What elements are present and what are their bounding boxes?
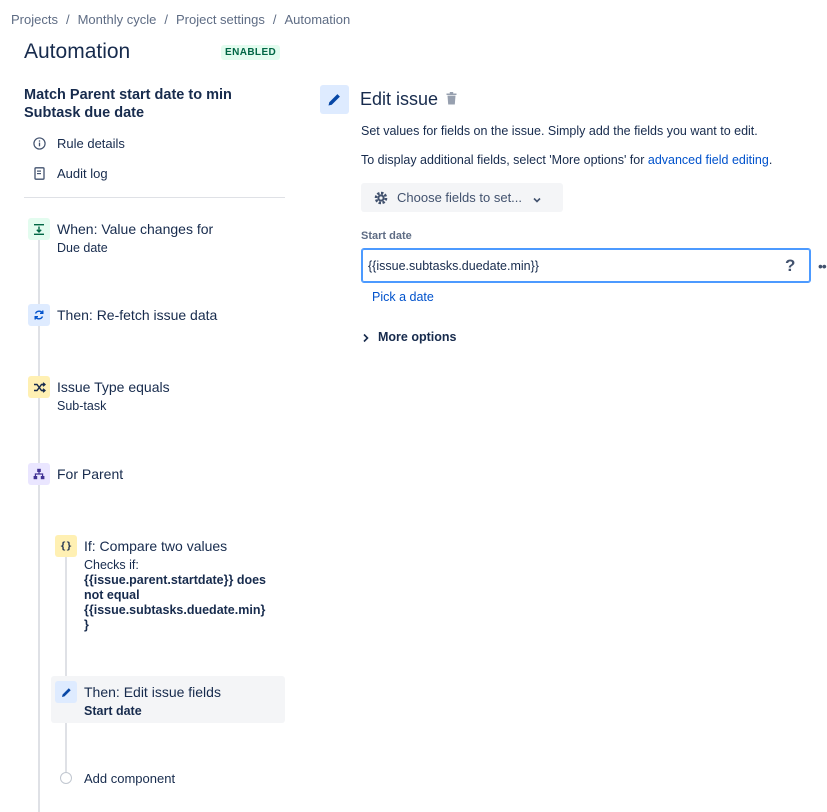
component-refetch[interactable]: Then: Re-fetch issue data bbox=[28, 304, 278, 328]
more-actions-icon[interactable]: •• bbox=[818, 258, 827, 274]
info-icon bbox=[32, 137, 46, 151]
component-subtitle: Due date bbox=[57, 241, 108, 255]
help-icon[interactable]: ? bbox=[785, 256, 795, 276]
component-title: Then: Re-fetch issue data bbox=[57, 307, 218, 323]
breadcrumb-separator: / bbox=[164, 12, 168, 27]
sidebar-divider bbox=[24, 197, 285, 198]
chevron-right-icon bbox=[362, 332, 370, 343]
choose-fields-button[interactable]: Choose fields to set... bbox=[361, 183, 563, 212]
component-edit-fields[interactable]: Then: Edit issue fields Start date bbox=[55, 681, 305, 721]
breadcrumb-automation[interactable]: Automation bbox=[284, 12, 350, 27]
description-text: . bbox=[768, 153, 773, 167]
chevron-down-icon bbox=[532, 193, 542, 203]
breadcrumb-projects[interactable]: Projects bbox=[11, 12, 58, 27]
component-if-compare[interactable]: {} If: Compare two values Checks if: {{i… bbox=[55, 535, 305, 635]
component-branch[interactable]: For Parent bbox=[28, 463, 278, 487]
document-icon bbox=[32, 167, 46, 181]
gear-icon bbox=[373, 190, 389, 206]
hierarchy-icon bbox=[28, 463, 50, 485]
audit-log-link[interactable]: Audit log bbox=[32, 166, 108, 181]
refresh-icon bbox=[28, 304, 50, 326]
description-text: To display additional fields, select 'Mo… bbox=[361, 153, 648, 167]
rule-details-label: Rule details bbox=[57, 136, 125, 151]
breadcrumb-project-settings[interactable]: Project settings bbox=[176, 12, 265, 27]
pencil-icon bbox=[320, 85, 349, 114]
panel-description: Set values for fields on the issue. Simp… bbox=[361, 124, 758, 138]
component-expression-line: {{issue.subtasks.duedate.min} bbox=[84, 603, 266, 617]
component-title: Issue Type equals bbox=[57, 379, 170, 395]
component-title: Then: Edit issue fields bbox=[84, 684, 221, 700]
add-component-dot[interactable] bbox=[60, 772, 72, 784]
breadcrumb-separator: / bbox=[65, 12, 70, 27]
shuffle-icon bbox=[28, 376, 50, 398]
trash-icon[interactable] bbox=[446, 92, 458, 106]
breadcrumb-monthly-cycle[interactable]: Monthly cycle bbox=[78, 12, 157, 27]
component-subtitle: Start date bbox=[84, 704, 142, 718]
braces-icon: {} bbox=[55, 535, 77, 557]
component-expression-line: {{issue.parent.startdate}} does bbox=[84, 573, 267, 587]
more-options-label: More options bbox=[378, 330, 457, 344]
component-subtitle: Sub-task bbox=[57, 399, 107, 413]
rule-name: Match Parent start date to min Subtask d… bbox=[24, 87, 232, 121]
status-badge: ENABLED bbox=[221, 45, 281, 60]
component-title: For Parent bbox=[57, 466, 124, 482]
rule-details-link[interactable]: Rule details bbox=[32, 136, 125, 151]
component-title: If: Compare two values bbox=[84, 538, 228, 554]
component-title: When: Value changes for bbox=[57, 221, 214, 237]
advanced-field-editing-link[interactable]: advanced field editing bbox=[648, 153, 769, 167]
component-trigger[interactable]: When: Value changes for Due date bbox=[28, 218, 278, 258]
panel-title: Edit issue bbox=[360, 89, 439, 109]
add-component-button[interactable]: Add component bbox=[84, 771, 175, 786]
value-change-icon bbox=[28, 218, 50, 240]
component-checks-label: Checks if: bbox=[84, 558, 139, 572]
component-condition[interactable]: Issue Type equals Sub-task bbox=[28, 376, 278, 416]
audit-log-label: Audit log bbox=[57, 166, 108, 181]
choose-fields-label: Choose fields to set... bbox=[397, 190, 523, 205]
pick-a-date-link[interactable]: Pick a date bbox=[372, 290, 434, 304]
breadcrumb-separator: / bbox=[272, 12, 277, 27]
panel-description-advanced: To display additional fields, select 'Mo… bbox=[361, 153, 772, 167]
pencil-icon bbox=[55, 681, 77, 703]
component-expression-line: } bbox=[84, 618, 89, 632]
start-date-input[interactable] bbox=[361, 248, 811, 283]
more-options-toggle[interactable]: More options bbox=[362, 330, 456, 344]
start-date-label: Start date bbox=[361, 230, 412, 242]
breadcrumb: Projects / Monthly cycle / Project setti… bbox=[11, 12, 350, 27]
page-title: Automation bbox=[24, 40, 131, 63]
component-expression-line: not equal bbox=[84, 588, 140, 602]
